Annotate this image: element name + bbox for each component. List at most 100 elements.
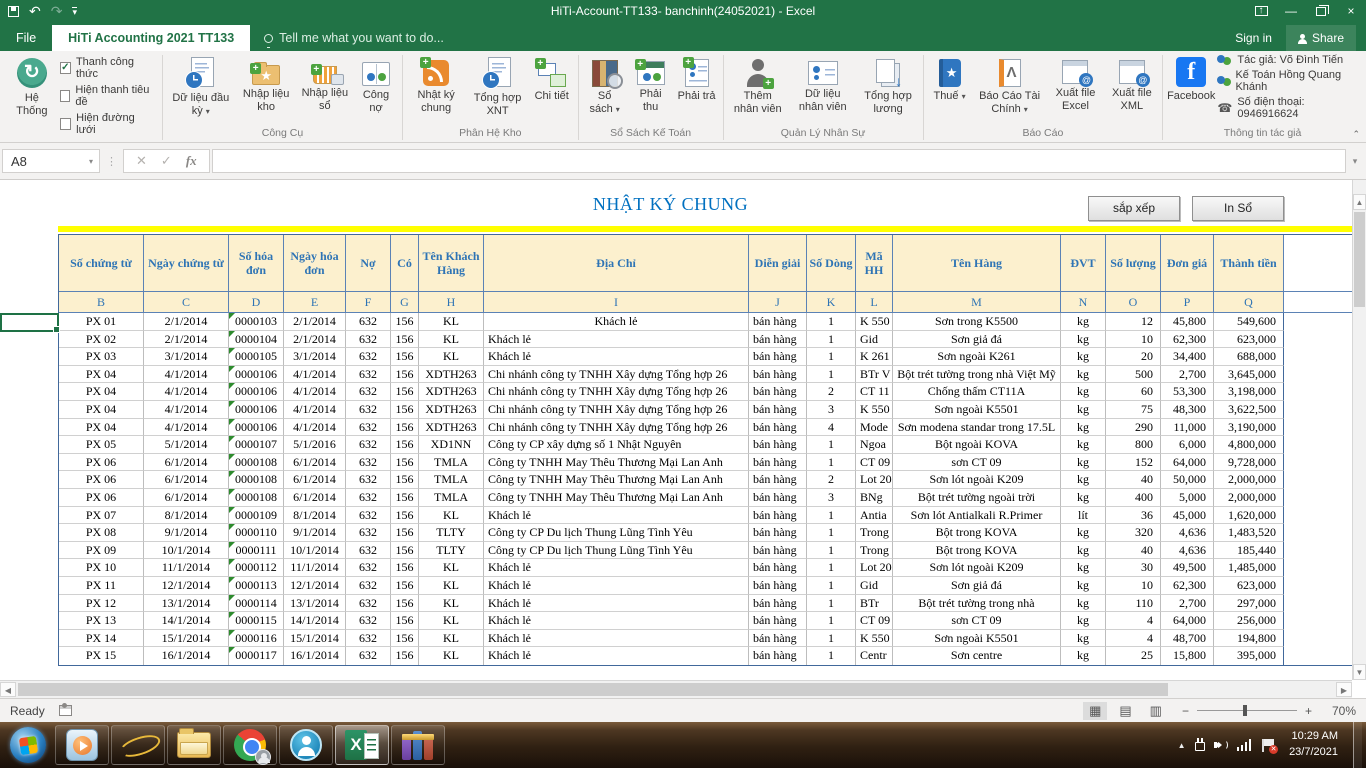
table-cell[interactable]: Mode <box>856 419 893 437</box>
table-cell[interactable]: 0000110 <box>229 524 284 542</box>
table-cell[interactable]: 4/1/2014 <box>144 366 229 384</box>
table-cell[interactable]: bán hàng <box>749 383 807 401</box>
table-cell[interactable]: 156 <box>391 436 419 454</box>
table-cell[interactable]: 4/1/2014 <box>144 401 229 419</box>
table-row[interactable]: PX 1314/1/2014000011514/1/2014632156KLKh… <box>59 612 1353 630</box>
table-cell[interactable]: 688,000 <box>1214 348 1284 366</box>
column-header[interactable]: Ngày chứng từ <box>144 235 229 292</box>
table-cell[interactable]: 400 <box>1106 489 1161 507</box>
table-cell[interactable]: 1 <box>807 647 856 665</box>
table-cell[interactable]: Bột trét tường ngoài trời <box>893 489 1061 507</box>
column-letter[interactable]: K <box>807 292 856 313</box>
table-cell[interactable]: PX 12 <box>59 595 144 613</box>
restore-button[interactable] <box>1306 0 1336 22</box>
table-cell[interactable]: 2,000,000 <box>1214 471 1284 489</box>
zoom-out-icon[interactable]: − <box>1182 704 1189 718</box>
table-cell[interactable]: 25 <box>1106 647 1161 665</box>
table-cell[interactable]: Khách lẻ <box>484 595 749 613</box>
table-cell[interactable]: kg <box>1061 419 1106 437</box>
table-cell[interactable]: KL <box>419 595 484 613</box>
table-cell[interactable]: 1 <box>807 630 856 648</box>
table-cell[interactable]: bán hàng <box>749 401 807 419</box>
table-cell[interactable]: 156 <box>391 559 419 577</box>
zoom-slider-thumb[interactable] <box>1243 705 1247 716</box>
table-cell[interactable]: Sơn ngoài K5501 <box>893 401 1061 419</box>
table-cell[interactable]: TMLA <box>419 489 484 507</box>
table-cell[interactable]: 48,300 <box>1161 401 1214 419</box>
table-cell[interactable]: 8/1/2014 <box>284 507 346 525</box>
file-explorer-taskbar-button[interactable] <box>167 725 221 765</box>
table-cell[interactable]: 1 <box>807 559 856 577</box>
zoom-slider[interactable] <box>1197 710 1297 711</box>
table-cell[interactable]: Trong <box>856 524 893 542</box>
column-header[interactable]: Số lượng <box>1106 235 1161 292</box>
table-cell[interactable]: 10 <box>1106 331 1161 349</box>
table-cell[interactable]: 3,645,000 <box>1214 366 1284 384</box>
expand-formula-bar-icon[interactable]: ▾ <box>1346 156 1364 167</box>
table-cell[interactable]: Sơn lót ngoài K209 <box>893 559 1061 577</box>
table-cell[interactable]: 45,800 <box>1161 313 1214 331</box>
table-cell[interactable]: CT 09 <box>856 454 893 472</box>
ribbon-button[interactable]: +Thêm nhân viên <box>727 54 787 116</box>
table-cell[interactable]: 0000116 <box>229 630 284 648</box>
table-cell[interactable]: 20 <box>1106 348 1161 366</box>
show-desktop-button[interactable] <box>1353 722 1362 768</box>
remote-support-taskbar-button[interactable] <box>279 725 333 765</box>
table-cell[interactable]: K 261 <box>856 348 893 366</box>
name-box-dropdown-icon[interactable]: ▾ <box>89 157 99 166</box>
table-cell[interactable]: CT 09 <box>856 612 893 630</box>
table-cell[interactable]: 0000103 <box>229 313 284 331</box>
table-cell[interactable]: 0000106 <box>229 419 284 437</box>
worksheet-area[interactable]: NHẬT KÝ CHUNG sắp xếp In Sổ Số chứng từN… <box>0 180 1366 698</box>
table-cell[interactable]: 30 <box>1106 559 1161 577</box>
table-cell[interactable]: 632 <box>346 313 391 331</box>
table-cell[interactable]: 16/1/2014 <box>144 647 229 665</box>
table-cell[interactable]: 6/1/2014 <box>284 454 346 472</box>
ribbon-button[interactable]: Thuế ▾ <box>928 54 972 104</box>
table-cell[interactable]: Sơn lót Antialkali R.Primer <box>893 507 1061 525</box>
ribbon-checkbox-row[interactable]: Hiện đường lưới <box>60 112 152 136</box>
table-cell[interactable]: 1,483,520 <box>1214 524 1284 542</box>
table-cell[interactable]: 6/1/2014 <box>144 489 229 507</box>
table-cell[interactable]: TMLA <box>419 471 484 489</box>
ribbon-button[interactable]: Báo Cáo Tài Chính ▾ <box>974 54 1046 116</box>
table-cell[interactable]: 48,700 <box>1161 630 1214 648</box>
table-row[interactable]: PX 055/1/201400001075/1/2016632156XD1NNC… <box>59 436 1353 454</box>
table-cell[interactable]: 1 <box>807 366 856 384</box>
table-cell[interactable]: XDTH263 <box>419 383 484 401</box>
table-cell[interactable]: kg <box>1061 366 1106 384</box>
table-cell[interactable]: 6/1/2014 <box>144 454 229 472</box>
ribbon-button[interactable]: +Nhập liệu sổ <box>298 54 352 113</box>
zoom-percentage[interactable]: 70% <box>1320 704 1356 718</box>
table-cell[interactable]: Sơn modena standar trong 17.5L <box>893 419 1061 437</box>
table-cell[interactable]: 156 <box>391 401 419 419</box>
table-cell[interactable]: bán hàng <box>749 366 807 384</box>
tell-me-box[interactable]: Tell me what you want to do... <box>250 25 458 51</box>
column-header[interactable]: Có <box>391 235 419 292</box>
column-letter[interactable]: M <box>893 292 1061 313</box>
table-cell[interactable]: 156 <box>391 454 419 472</box>
table-cell[interactable]: 75 <box>1106 401 1161 419</box>
table-cell[interactable]: PX 06 <box>59 454 144 472</box>
table-row[interactable]: PX 022/1/201400001042/1/2014632156KLKhác… <box>59 331 1353 349</box>
table-cell[interactable]: kg <box>1061 436 1106 454</box>
table-cell[interactable]: bán hàng <box>749 559 807 577</box>
table-cell[interactable]: bán hàng <box>749 612 807 630</box>
table-cell[interactable]: 0000113 <box>229 577 284 595</box>
table-cell[interactable]: 4,636 <box>1161 542 1214 560</box>
table-cell[interactable]: bán hàng <box>749 489 807 507</box>
table-cell[interactable]: 194,800 <box>1214 630 1284 648</box>
table-cell[interactable]: kg <box>1061 559 1106 577</box>
ribbon-button[interactable]: Công nợ <box>354 54 398 115</box>
table-row[interactable]: PX 1415/1/2014000011615/1/2014632156KLKh… <box>59 630 1353 648</box>
table-cell[interactable]: Sơn giả đá <box>893 577 1061 595</box>
table-cell[interactable]: PX 07 <box>59 507 144 525</box>
table-cell[interactable]: 14/1/2014 <box>284 612 346 630</box>
table-cell[interactable]: 1 <box>807 348 856 366</box>
table-cell[interactable]: 1 <box>807 595 856 613</box>
table-cell[interactable]: XDTH263 <box>419 366 484 384</box>
table-cell[interactable]: 4/1/2014 <box>284 419 346 437</box>
table-cell[interactable]: 5,000 <box>1161 489 1214 507</box>
table-cell[interactable]: 64,000 <box>1161 454 1214 472</box>
table-cell[interactable]: 2,000,000 <box>1214 489 1284 507</box>
